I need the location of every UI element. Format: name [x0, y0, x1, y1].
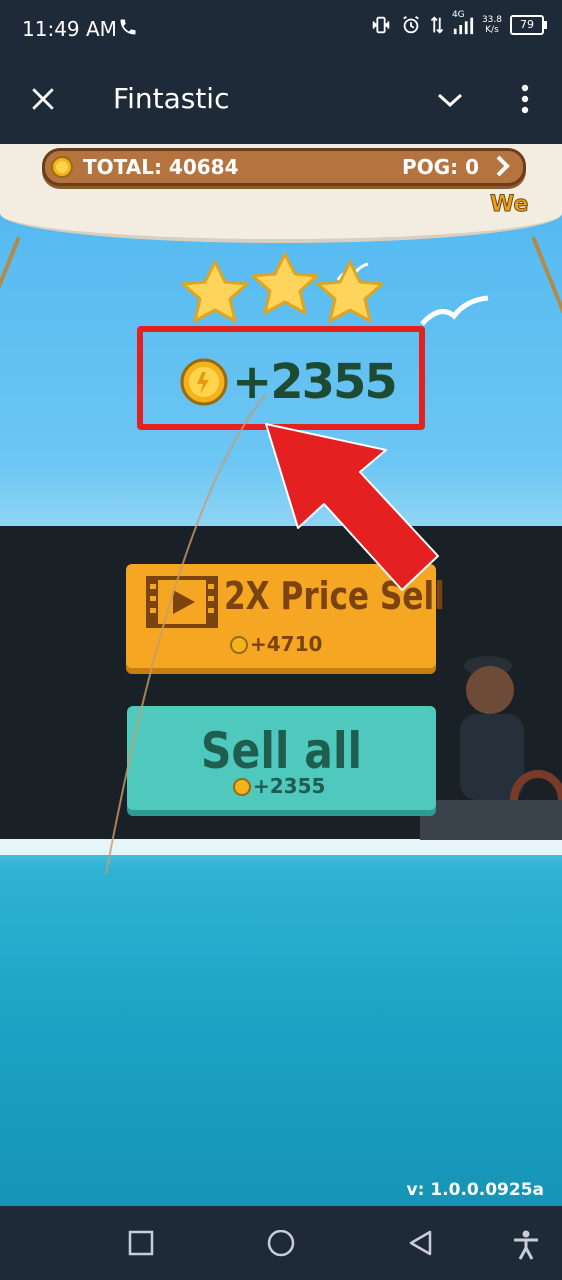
total-bar: TOTAL: 40684 POG: 0 — [42, 148, 526, 186]
more-vert-icon[interactable] — [520, 84, 530, 114]
star-icon — [316, 260, 384, 323]
close-icon[interactable] — [30, 86, 56, 112]
battery-icon: 79 — [510, 15, 547, 35]
event-corner-label[interactable]: We — [489, 192, 528, 218]
alarm-icon — [403, 15, 419, 34]
fisherman-icon — [420, 656, 562, 840]
vibrate-icon — [372, 16, 390, 34]
chevron-down-icon[interactable] — [436, 90, 464, 110]
status-bar: 11:49 AM 4G 33.8 K/s 79 — [0, 0, 562, 58]
accessibility-icon[interactable] — [512, 1230, 540, 1260]
rope-right — [531, 236, 562, 322]
network-type: 4G — [451, 10, 465, 20]
chevron-right-icon[interactable] — [495, 155, 511, 177]
phone-call-icon — [120, 19, 136, 35]
pog-counter: POG: 0 — [402, 155, 479, 179]
net-speed: 33.8 K/s — [481, 15, 502, 35]
sea-background — [0, 839, 562, 1206]
app-bar: Fintastic — [0, 58, 562, 144]
game-canvas: TOTAL: 40684 POG: 0 We +2355 2X Price Se… — [0, 144, 562, 1206]
total-coins: TOTAL: 40684 — [83, 155, 239, 179]
coin-icon — [51, 156, 73, 178]
status-time: 11:49 AM — [22, 17, 117, 41]
seagull-icon — [420, 295, 489, 326]
home-icon[interactable] — [266, 1230, 296, 1260]
red-arrow-annotation — [265, 423, 439, 591]
fishing-line — [105, 393, 267, 875]
stars-rating — [181, 252, 384, 323]
star-icon — [181, 260, 249, 323]
version-label: v: 1.0.0.0925a — [406, 1180, 544, 1200]
back-icon[interactable] — [408, 1230, 434, 1258]
recent-apps-icon[interactable] — [128, 1230, 154, 1256]
rope-left — [0, 236, 21, 322]
data-transfer-icon — [430, 16, 444, 34]
star-icon — [251, 252, 319, 315]
navigation-bar — [0, 1206, 562, 1280]
app-title: Fintastic — [113, 82, 230, 115]
